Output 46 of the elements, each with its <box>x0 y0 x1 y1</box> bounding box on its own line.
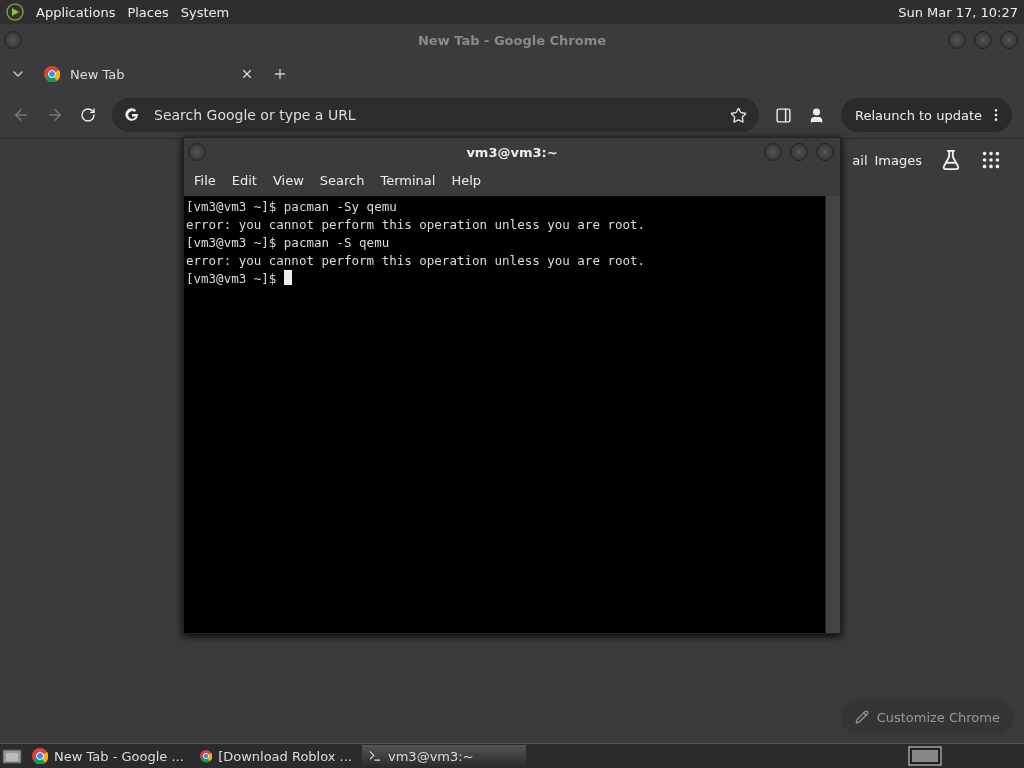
menu-item[interactable]: View <box>266 170 310 190</box>
window-title: New Tab - Google Chrome <box>417 32 607 48</box>
menu-item[interactable]: Edit <box>225 170 263 190</box>
customize-chrome-button[interactable]: Customize Chrome <box>840 699 1014 735</box>
taskbar-button[interactable]: New Tab - Google ... <box>26 745 190 767</box>
flask-icon[interactable] <box>940 149 962 171</box>
apps-grid-icon[interactable] <box>980 149 1002 171</box>
chrome-logo-icon <box>44 66 60 82</box>
window-title: vm3@vm3:~ <box>466 144 558 160</box>
terminal-line: [vm3@vm3 ~]$ pacman -Sy qemu <box>186 199 397 214</box>
terminal-icon <box>368 749 382 763</box>
menu-item[interactable]: Terminal <box>374 170 442 190</box>
terminal-line: error: you cannot perform this operation unless you are root. <box>186 217 646 232</box>
google-link[interactable]: Images <box>874 152 922 168</box>
terminal-line: [vm3@vm3 ~]$ <box>186 271 278 286</box>
profile-icon[interactable] <box>808 106 825 124</box>
google-g-icon <box>124 107 140 123</box>
close-icon[interactable] <box>240 67 254 81</box>
chrome-logo-icon <box>200 748 213 764</box>
menu-item[interactable]: Help <box>445 170 488 190</box>
forward-icon[interactable] <box>46 106 64 124</box>
back-icon[interactable] <box>12 106 30 124</box>
panel-menu[interactable]: Applications <box>36 4 116 20</box>
text-cursor <box>283 270 292 285</box>
scrollbar[interactable] <box>825 196 840 633</box>
show-desktop-icon[interactable] <box>2 747 22 765</box>
new-tab-icon[interactable] <box>272 66 288 82</box>
address-bar[interactable]: Search Google or type a URL <box>112 98 759 132</box>
terminal-line: [vm3@vm3 ~]$ pacman -S qemu <box>186 235 390 250</box>
taskbar-button[interactable]: [Download Roblox ... <box>194 745 358 767</box>
pencil-icon <box>854 710 869 724</box>
relaunch-button[interactable]: Relaunch to update <box>841 98 1012 132</box>
workspace-icon[interactable] <box>908 746 942 766</box>
clock[interactable]: Sun Mar 17, 10:27 <box>898 4 1018 20</box>
menu-item[interactable]: Search <box>313 170 371 190</box>
terminal-line: error: you cannot perform this operation unless you are root. <box>186 253 646 268</box>
google-link[interactable]: ail <box>852 152 868 168</box>
panel-menu[interactable]: Places <box>127 4 169 20</box>
taskbar-button[interactable]: vm3@vm3:~ <box>362 745 526 767</box>
reload-icon[interactable] <box>80 107 96 123</box>
panel-menu[interactable]: System <box>180 4 230 20</box>
chrome-logo-icon <box>32 748 48 764</box>
distro-logo-icon[interactable] <box>6 3 24 21</box>
bookmark-star-icon[interactable] <box>730 106 747 124</box>
menu-item[interactable]: File <box>188 170 222 190</box>
side-panel-icon[interactable] <box>775 106 792 124</box>
